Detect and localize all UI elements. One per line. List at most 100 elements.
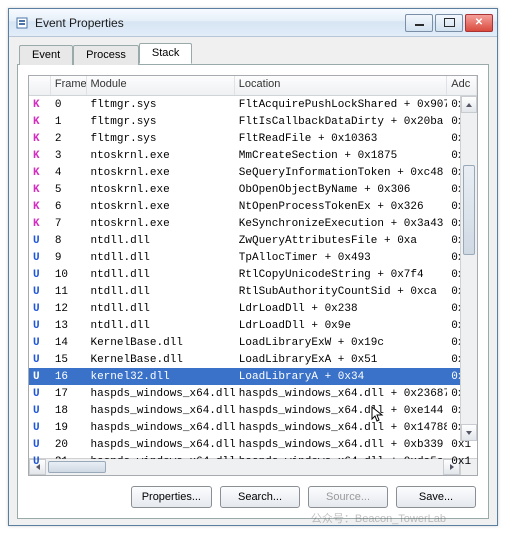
- table-row[interactable]: U16kernel32.dllLoadLibraryA + 0x340x7: [29, 368, 477, 385]
- scroll-down-arrow[interactable]: [461, 424, 477, 441]
- tab-event[interactable]: Event: [19, 45, 73, 65]
- cell-module: fltmgr.sys: [86, 115, 234, 129]
- properties-button[interactable]: Properties...: [131, 486, 212, 508]
- tab-process[interactable]: Process: [73, 45, 139, 65]
- cell-module: kernel32.dll: [86, 370, 234, 384]
- table-row[interactable]: K3ntoskrnl.exeMmCreateSection + 0x18750x…: [29, 147, 477, 164]
- cell-location: ZwQueryAttributesFile + 0xa: [235, 234, 448, 248]
- table-row[interactable]: K1fltmgr.sysFltIsCallbackDataDirty + 0x2…: [29, 113, 477, 130]
- table-row[interactable]: K4ntoskrnl.exeSeQueryInformationToken + …: [29, 164, 477, 181]
- cell-frame: 11: [51, 285, 87, 299]
- column-mode[interactable]: [29, 76, 51, 95]
- cell-location: RtlCopyUnicodeString + 0x7f4: [235, 268, 448, 282]
- cell-location: FltReadFile + 0x10363: [235, 132, 448, 146]
- cell-frame: 18: [51, 404, 87, 418]
- table-row[interactable]: U8ntdll.dllZwQueryAttributesFile + 0xa0x…: [29, 232, 477, 249]
- grid-body[interactable]: K0fltmgr.sysFltAcquirePushLockShared + 0…: [29, 96, 477, 470]
- mode-mark: U: [29, 234, 51, 248]
- table-row[interactable]: U9ntdll.dllTpAllocTimer + 0x4930x7: [29, 249, 477, 266]
- mode-mark: U: [29, 319, 51, 333]
- cell-frame: 5: [51, 183, 87, 197]
- cell-module: haspds_windows_x64.dll: [86, 404, 234, 418]
- cell-frame: 10: [51, 268, 87, 282]
- cell-frame: 2: [51, 132, 87, 146]
- mode-mark: U: [29, 404, 51, 418]
- search-button[interactable]: Search...: [220, 486, 300, 508]
- mode-mark: K: [29, 98, 51, 112]
- cell-module: ntdll.dll: [86, 234, 234, 248]
- cell-frame: 4: [51, 166, 87, 180]
- cell-frame: 14: [51, 336, 87, 350]
- cell-location: FltIsCallbackDataDirty + 0x20ba: [235, 115, 448, 129]
- cell-frame: 19: [51, 421, 87, 435]
- cell-location: MmCreateSection + 0x1875: [235, 149, 448, 163]
- window-title: Event Properties: [35, 16, 405, 30]
- cell-location: ObOpenObjectByName + 0x306: [235, 183, 448, 197]
- table-row[interactable]: U15KernelBase.dllLoadLibraryExA + 0x510x…: [29, 351, 477, 368]
- column-module[interactable]: Module: [87, 76, 235, 95]
- mode-mark: U: [29, 421, 51, 435]
- cell-module: ntdll.dll: [86, 285, 234, 299]
- table-row[interactable]: U10ntdll.dllRtlCopyUnicodeString + 0x7f4…: [29, 266, 477, 283]
- cell-location: TpAllocTimer + 0x493: [235, 251, 448, 265]
- vertical-scrollbar[interactable]: [460, 96, 477, 441]
- scroll-up-arrow[interactable]: [461, 96, 477, 113]
- table-row[interactable]: K0fltmgr.sysFltAcquirePushLockShared + 0…: [29, 96, 477, 113]
- cell-frame: 6: [51, 200, 87, 214]
- table-row[interactable]: U18haspds_windows_x64.dllhaspds_windows_…: [29, 402, 477, 419]
- cell-location: haspds_windows_x64.dll + 0x14788: [235, 421, 448, 435]
- mode-mark: K: [29, 149, 51, 163]
- table-row[interactable]: K2fltmgr.sysFltReadFile + 0x103630xf: [29, 130, 477, 147]
- table-row[interactable]: U13ntdll.dllLdrLoadDll + 0x9e0x7: [29, 317, 477, 334]
- cell-module: ntoskrnl.exe: [86, 149, 234, 163]
- close-button[interactable]: [465, 14, 493, 32]
- save-button[interactable]: Save...: [396, 486, 476, 508]
- column-address[interactable]: Adc: [447, 76, 477, 95]
- table-row[interactable]: U19haspds_windows_x64.dllhaspds_windows_…: [29, 419, 477, 436]
- cell-module: KernelBase.dll: [86, 353, 234, 367]
- cell-module: fltmgr.sys: [86, 132, 234, 146]
- horizontal-scrollbar[interactable]: [29, 458, 477, 475]
- cell-location: LoadLibraryExA + 0x51: [235, 353, 448, 367]
- maximize-button[interactable]: [435, 14, 463, 32]
- column-frame[interactable]: Frame: [51, 76, 87, 95]
- cell-module: KernelBase.dll: [86, 336, 234, 350]
- vertical-scroll-thumb[interactable]: [463, 165, 475, 255]
- table-row[interactable]: K5ntoskrnl.exeObOpenObjectByName + 0x306…: [29, 181, 477, 198]
- table-row[interactable]: U14KernelBase.dllLoadLibraryExW + 0x19c0…: [29, 334, 477, 351]
- tab-stack[interactable]: Stack: [139, 43, 193, 64]
- cell-location: haspds_windows_x64.dll + 0xe144: [235, 404, 448, 418]
- horizontal-scroll-thumb[interactable]: [48, 461, 106, 473]
- table-row[interactable]: K6ntoskrnl.exeNtOpenProcessTokenEx + 0x3…: [29, 198, 477, 215]
- cell-module: ntoskrnl.exe: [86, 217, 234, 231]
- horizontal-scroll-track[interactable]: [46, 459, 443, 475]
- cell-module: ntdll.dll: [86, 251, 234, 265]
- titlebar[interactable]: Event Properties: [9, 9, 497, 37]
- cell-location: haspds_windows_x64.dll + 0x23687: [235, 387, 448, 401]
- column-location[interactable]: Location: [235, 76, 447, 95]
- mode-mark: U: [29, 251, 51, 265]
- table-row[interactable]: U17haspds_windows_x64.dllhaspds_windows_…: [29, 385, 477, 402]
- mode-mark: K: [29, 217, 51, 231]
- cell-module: haspds_windows_x64.dll: [86, 438, 234, 452]
- cell-module: ntdll.dll: [86, 302, 234, 316]
- cell-location: KeSynchronizeExecution + 0x3a43: [235, 217, 448, 231]
- tab-panel: Frame Module Location Adc K0fltmgr.sysFl…: [17, 64, 489, 519]
- mode-mark: U: [29, 387, 51, 401]
- cell-location: LdrLoadDll + 0x9e: [235, 319, 448, 333]
- table-row[interactable]: K7ntoskrnl.exeKeSynchronizeExecution + 0…: [29, 215, 477, 232]
- app-icon: [15, 15, 31, 31]
- mode-mark: K: [29, 132, 51, 146]
- cell-frame: 0: [51, 98, 87, 112]
- cell-frame: 8: [51, 234, 87, 248]
- cell-frame: 7: [51, 217, 87, 231]
- table-row[interactable]: U11ntdll.dllRtlSubAuthorityCountSid + 0x…: [29, 283, 477, 300]
- cell-module: haspds_windows_x64.dll: [86, 421, 234, 435]
- vertical-scroll-track[interactable]: [461, 113, 477, 424]
- minimize-button[interactable]: [405, 14, 433, 32]
- source-button[interactable]: Source...: [308, 486, 388, 508]
- table-row[interactable]: U20haspds_windows_x64.dllhaspds_windows_…: [29, 436, 477, 453]
- table-row[interactable]: U12ntdll.dllLdrLoadDll + 0x2380x7: [29, 300, 477, 317]
- mode-mark: K: [29, 115, 51, 129]
- cell-module: ntoskrnl.exe: [86, 166, 234, 180]
